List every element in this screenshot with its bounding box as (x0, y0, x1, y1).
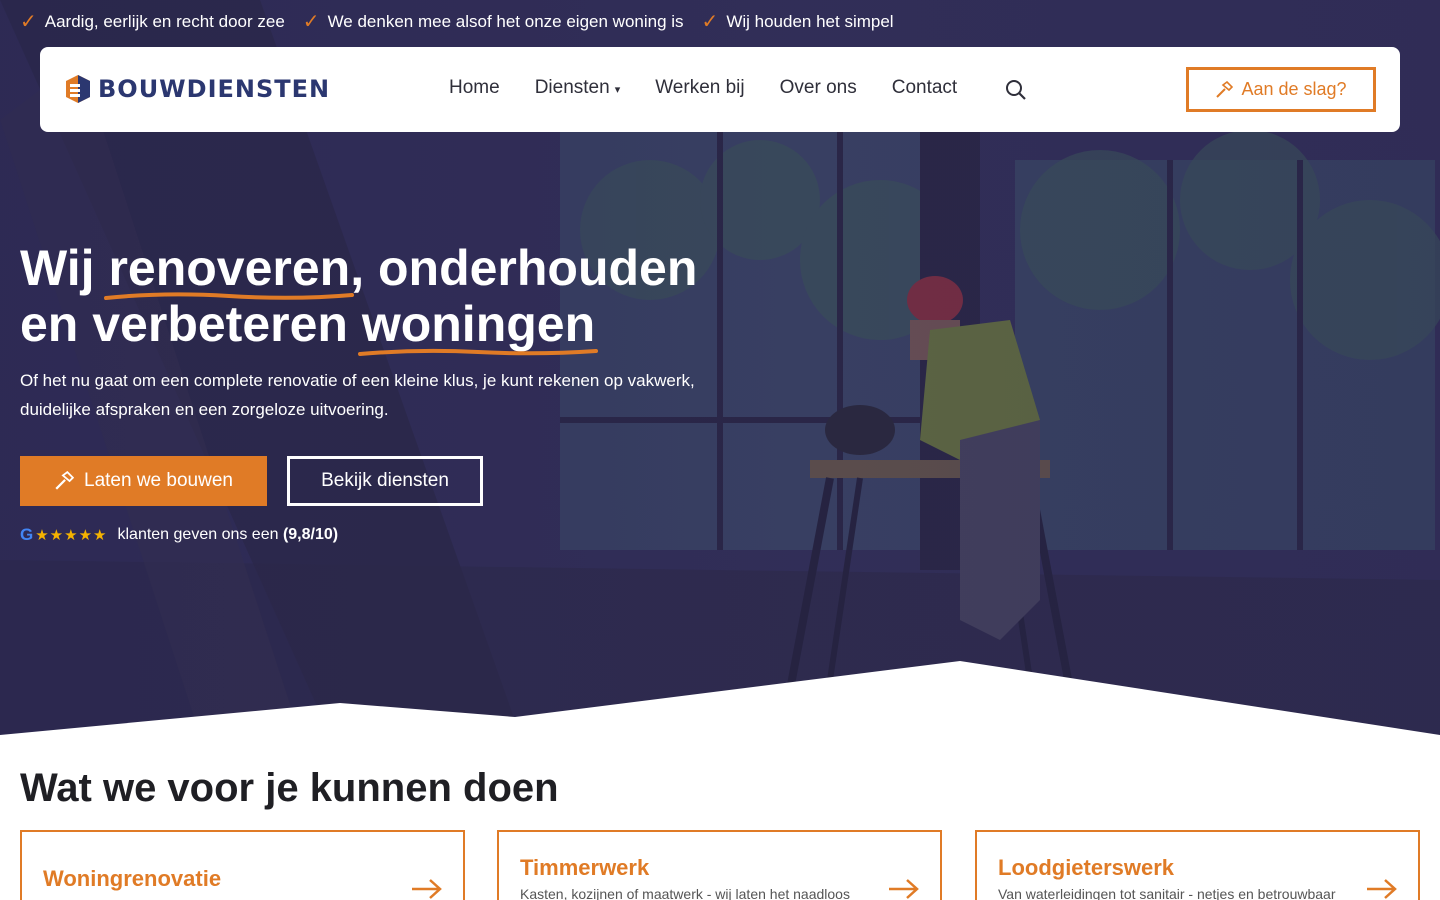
hero-heading: Wij renoveren, onderhouden en verbeteren… (20, 240, 740, 356)
arrow-right-icon (1367, 879, 1397, 899)
view-services-button[interactable]: Bekijk diensten (287, 456, 483, 506)
nav-item-label: Over ons (779, 77, 857, 98)
get-started-button[interactable]: Aan de slag? (1186, 67, 1376, 112)
service-card-woningrenovatie[interactable]: Woningrenovatie (20, 830, 465, 900)
service-card-title: Loodgieterswerk (998, 855, 1175, 880)
brush-underline-decoration (357, 348, 598, 356)
google-rating: G ★★★★★ klanten geven ons een (9,8/10) (20, 525, 338, 545)
star-rating-icon: ★★★★★ (35, 527, 108, 544)
primary-navigation: Home Diensten ▾ Werken bij Over ons Conta… (449, 77, 957, 99)
usp-item: ✓ Aardig, eerlijk en recht door zee (20, 12, 285, 32)
lets-build-label: Laten we bouwen (84, 470, 233, 491)
usp-text: Aardig, eerlijk en recht door zee (44, 12, 285, 31)
heading-underlined-word: woningen (357, 296, 598, 356)
services-heading: Wat we voor je kunnen doen (20, 766, 559, 810)
arrow-right-icon (889, 879, 919, 899)
service-card-title: Woningrenovatie (43, 866, 222, 891)
logo-text: BOUWDIENSTEN (98, 75, 331, 103)
heading-underlined-word: renoveren (104, 240, 355, 300)
heading-text: woningen (361, 296, 596, 352)
search-icon[interactable] (1004, 78, 1028, 102)
get-started-label: Aan de slag? (1241, 79, 1347, 99)
chevron-down-icon: ▾ (614, 83, 621, 96)
nav-item-werken-bij[interactable]: Werken bij (655, 77, 744, 99)
rating-score: (9,8/10) (282, 526, 339, 543)
usp-bar: ✓ Aardig, eerlijk en recht door zee ✓ We… (20, 12, 894, 32)
service-card-loodgieterswerk[interactable]: Loodgieterswerk Van waterleidingen tot s… (975, 830, 1420, 900)
arrow-right-icon (412, 879, 442, 899)
service-card-timmerwerk[interactable]: Timmerwerk Kasten, kozijnen of maatwerk … (497, 830, 942, 900)
hero-subtitle: Of het nu gaat om een complete renovatie… (20, 371, 695, 419)
logo-mark-icon (66, 75, 90, 103)
site-logo[interactable]: BOUWDIENSTEN (62, 73, 330, 105)
hammer-icon (55, 471, 75, 490)
check-icon: ✓ (302, 11, 320, 33)
usp-item: ✓ We denken mee alsof het onze eigen won… (303, 12, 684, 32)
nav-item-diensten[interactable]: Diensten ▾ (535, 77, 621, 99)
hero-bottom-shape (0, 661, 1440, 735)
lets-build-button[interactable]: Laten we bouwen (20, 456, 267, 506)
heading-text: Wij (20, 240, 109, 296)
nav-item-label: Home (449, 77, 500, 98)
hammer-icon (1216, 80, 1234, 98)
heading-text: renoveren (108, 240, 351, 296)
google-logo-icon: G (20, 525, 34, 544)
service-card-description: Kasten, kozijnen of maatwerk - wij laten… (520, 886, 850, 900)
google-stars-badge: G ★★★★★ (20, 525, 107, 545)
nav-item-over-ons[interactable]: Over ons (780, 77, 857, 99)
nav-item-label: Contact (891, 77, 958, 98)
check-icon: ✓ (20, 11, 37, 33)
brush-underline-decoration (104, 292, 355, 300)
rating-text: klanten geven ons een (9,8/10) (117, 526, 338, 544)
heading-text: en verbeteren (20, 296, 362, 352)
service-card-description: Van waterleidingen tot sanitair - netjes… (998, 886, 1336, 900)
main-navbar: BOUWDIENSTEN Home Diensten ▾ Werken bij O… (40, 47, 1400, 132)
rating-label: klanten geven ons een (117, 526, 279, 543)
view-services-label: Bekijk diensten (321, 470, 449, 491)
usp-text: We denken mee alsof het onze eigen wonin… (327, 12, 684, 31)
nav-item-label: Werken bij (655, 77, 745, 98)
service-card-title: Timmerwerk (520, 855, 650, 880)
check-icon: ✓ (701, 11, 719, 33)
nav-item-home[interactable]: Home (449, 77, 500, 99)
usp-item: ✓ Wij houden het simpel (702, 12, 894, 32)
usp-text: Wij houden het simpel (726, 12, 894, 31)
nav-item-label: Diensten (534, 77, 610, 98)
heading-text: , onderhouden (350, 240, 698, 296)
nav-item-contact[interactable]: Contact (892, 77, 957, 99)
